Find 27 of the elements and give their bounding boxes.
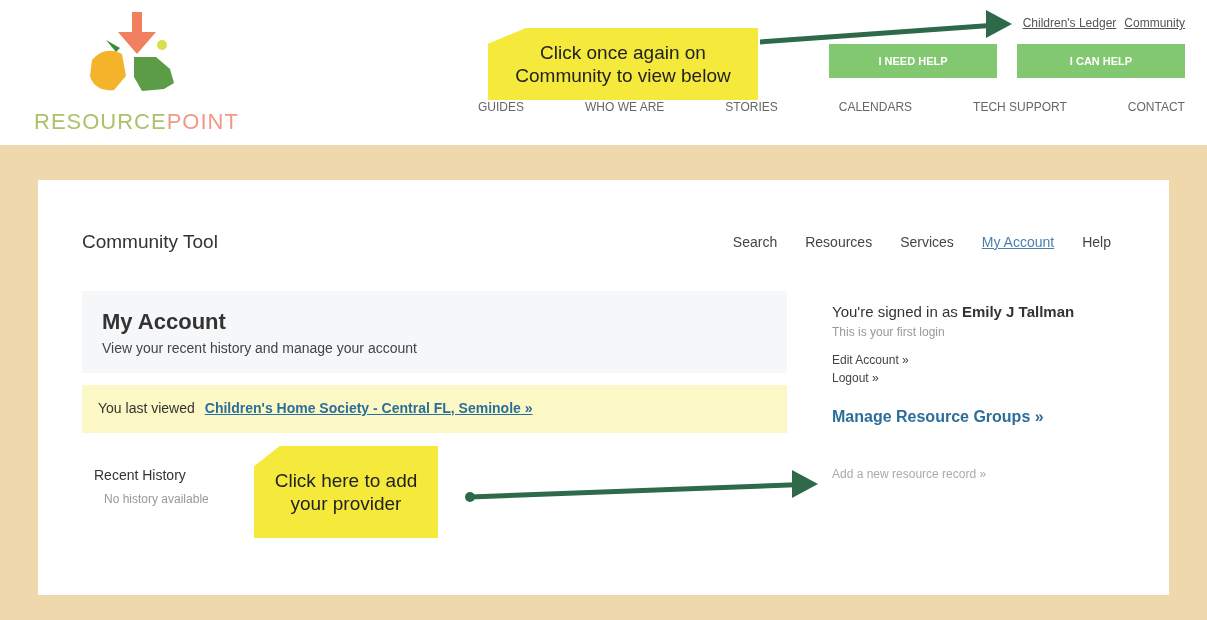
account-subtitle: View your recent history and manage your account xyxy=(102,338,418,358)
history-title: Recent History xyxy=(94,465,186,485)
nav-link[interactable]: WHO WE ARE xyxy=(585,98,665,116)
nav-link[interactable]: TECH SUPPORT xyxy=(973,98,1067,116)
nav-link[interactable]: CALENDARS xyxy=(838,98,913,116)
tab[interactable]: Search xyxy=(732,231,778,253)
last-viewed-label: You last viewed xyxy=(98,399,195,418)
nav-link[interactable]: CONTACT xyxy=(1127,98,1185,116)
tab[interactable]: Resources xyxy=(805,231,873,253)
tool-title: Community Tool xyxy=(82,230,218,254)
account-link[interactable]: Logout » xyxy=(832,369,1075,387)
top-link[interactable]: Children's Ledger xyxy=(1022,14,1117,32)
tab[interactable]: Help xyxy=(1082,231,1111,253)
nav-link[interactable]: GUIDES xyxy=(478,98,524,116)
account-title: My Account xyxy=(102,307,227,336)
top-link[interactable]: Community xyxy=(1124,14,1185,32)
login-note: This is your first login xyxy=(832,324,946,341)
last-viewed-link[interactable]: Children's Home Society - Central FL, Seminole » xyxy=(204,398,533,419)
signed-in-text: You're signed in as Emily J Tallman xyxy=(832,301,1075,322)
nav-link[interactable]: STORIES xyxy=(725,98,778,116)
history-empty: No history available xyxy=(104,490,209,508)
tab[interactable]: My Account xyxy=(981,231,1055,253)
callout-note: Click once again on Community to view below xyxy=(488,28,758,100)
callout-note: Click here to add your provider xyxy=(254,446,438,538)
manage-groups-link[interactable]: Manage Resource Groups » xyxy=(832,405,1075,429)
tab[interactable]: Services xyxy=(900,231,954,253)
account-link[interactable]: Edit Account » xyxy=(832,351,1075,369)
